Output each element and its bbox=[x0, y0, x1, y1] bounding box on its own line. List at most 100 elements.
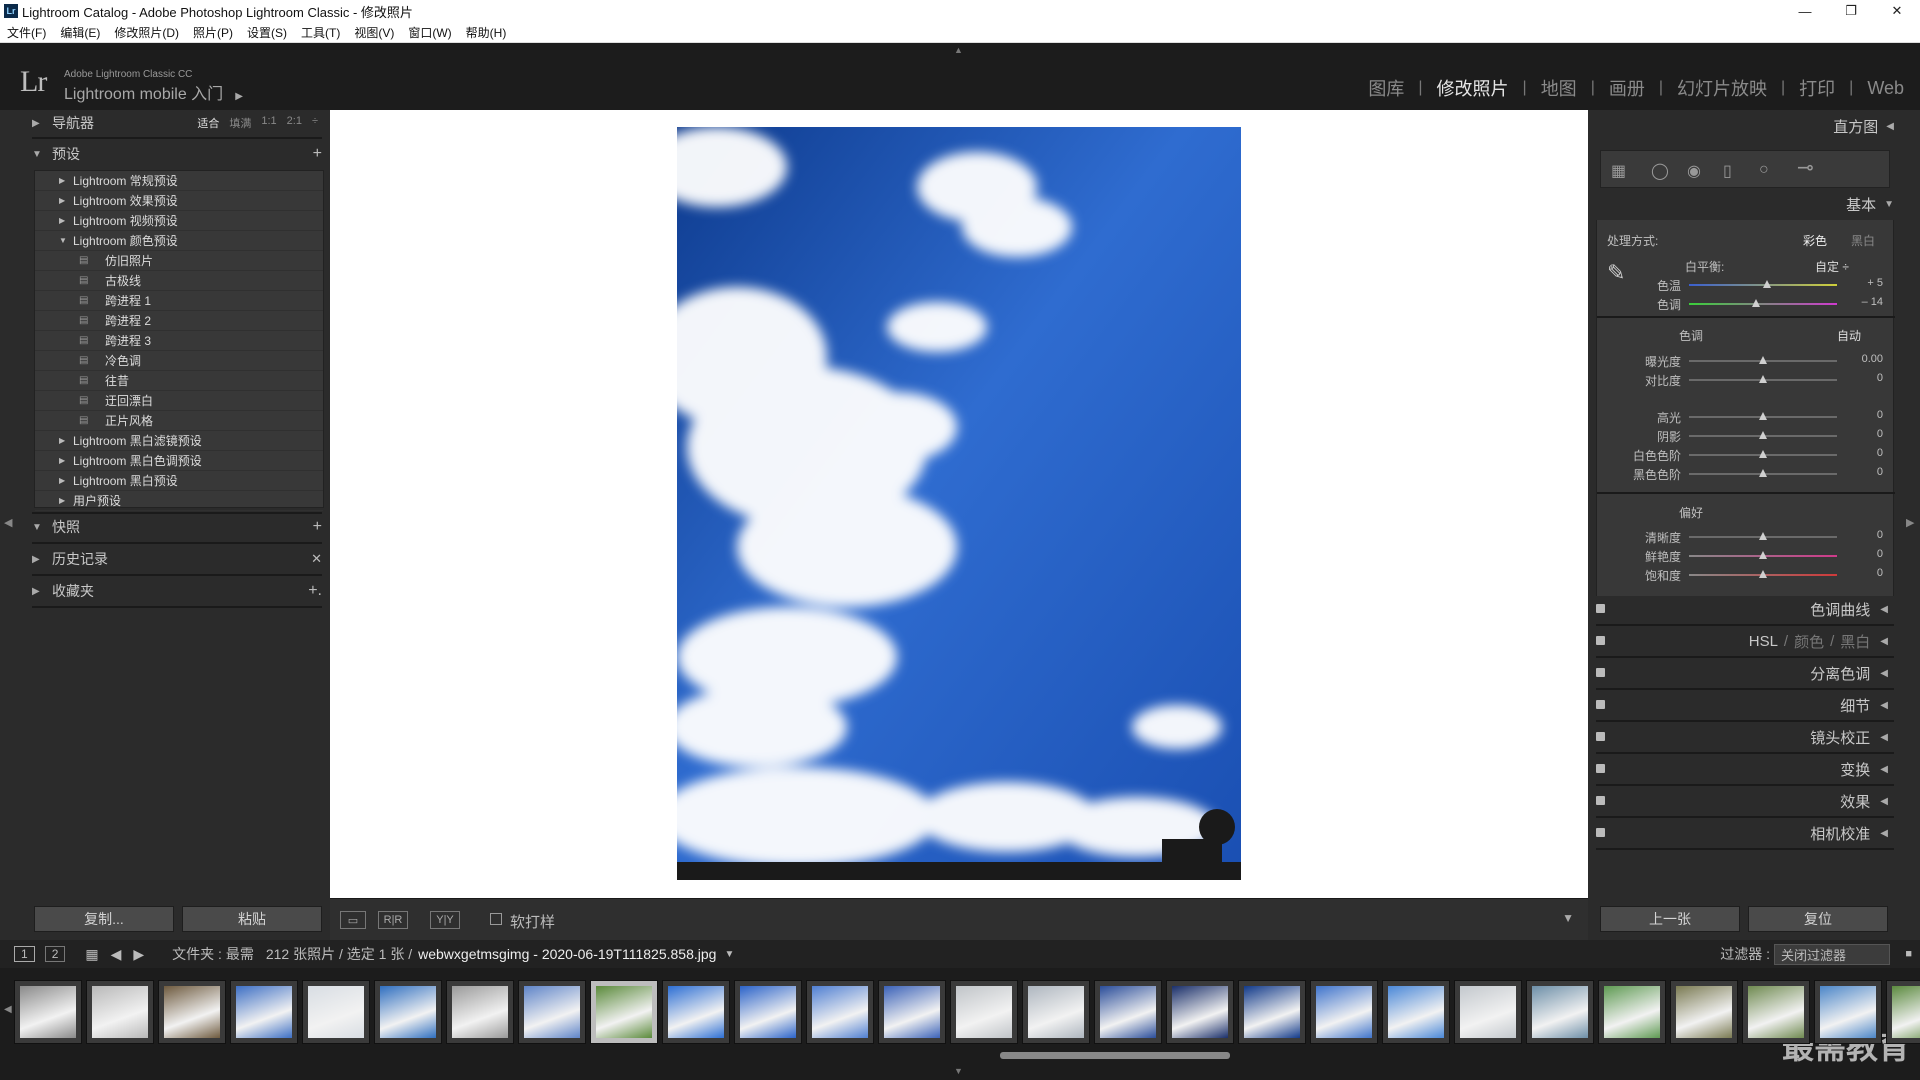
preset-item[interactable]: ▤ 冷色调 bbox=[35, 351, 323, 371]
main-photo[interactable] bbox=[677, 127, 1241, 880]
preset-item[interactable]: ▤ 往昔 bbox=[35, 371, 323, 391]
camera-calibration-section[interactable]: 相机校准 ◀ bbox=[1596, 820, 1894, 846]
filmstrip-thumbnail[interactable] bbox=[1022, 980, 1090, 1044]
filmstrip-thumbnail[interactable] bbox=[1310, 980, 1378, 1044]
filmstrip-thumbnail[interactable] bbox=[1166, 980, 1234, 1044]
slider-handle[interactable] bbox=[1759, 431, 1767, 439]
preset-group[interactable]: ▶ 用户预设 bbox=[35, 491, 323, 511]
slider-handle[interactable] bbox=[1759, 570, 1767, 578]
slider-handle[interactable] bbox=[1751, 299, 1760, 307]
add-snapshot-button[interactable]: + bbox=[313, 518, 322, 536]
adjust-slider[interactable] bbox=[1689, 412, 1837, 420]
filter-lock-icon[interactable]: ■ bbox=[1905, 948, 1912, 960]
filmstrip-thumbnail[interactable] bbox=[302, 980, 370, 1044]
adjust-slider[interactable] bbox=[1689, 375, 1837, 383]
split-toning-section[interactable]: 分离色调 ◀ bbox=[1596, 660, 1894, 686]
crop-tool-icon[interactable]: ▦ bbox=[1611, 161, 1626, 181]
panel-switch-icon[interactable] bbox=[1596, 700, 1605, 709]
filmstrip-thumbnail[interactable] bbox=[518, 980, 586, 1044]
filmstrip-left-icon[interactable]: ◀ bbox=[4, 1004, 12, 1015]
slider-value[interactable]: – 14 bbox=[1843, 296, 1883, 308]
filmstrip-thumbnail[interactable] bbox=[878, 980, 946, 1044]
menu-develop[interactable]: 修改照片(D) bbox=[107, 24, 186, 41]
preset-group[interactable]: ▼ Lightroom 颜色预设 bbox=[35, 231, 323, 251]
white-balance-dropdown[interactable]: 自定 ÷ bbox=[1815, 258, 1849, 275]
close-button[interactable]: ✕ bbox=[1874, 0, 1920, 22]
panel-switch-icon[interactable] bbox=[1596, 668, 1605, 677]
slider-value[interactable]: + 5 bbox=[1843, 277, 1883, 289]
back-arrow-icon[interactable]: ◀ bbox=[111, 946, 122, 963]
adjust-slider[interactable] bbox=[1689, 570, 1837, 578]
menu-photo[interactable]: 照片(P) bbox=[186, 24, 240, 41]
menu-help[interactable]: 帮助(H) bbox=[459, 24, 514, 41]
graduated-filter-icon[interactable]: ▯ bbox=[1723, 161, 1732, 181]
histogram-header[interactable]: 直方图 ◀ bbox=[1833, 116, 1894, 137]
filmstrip-thumbnail[interactable] bbox=[1742, 980, 1810, 1044]
preset-item[interactable]: ▤ 仿旧照片 bbox=[35, 251, 323, 271]
adjust-slider[interactable] bbox=[1689, 299, 1837, 307]
zoom-1-1[interactable]: 1:1 bbox=[261, 115, 276, 131]
slider-handle[interactable] bbox=[1759, 450, 1767, 458]
slider-handle[interactable] bbox=[1763, 280, 1772, 288]
left-panel-toggle[interactable]: ◀ bbox=[0, 110, 18, 940]
radial-filter-icon[interactable]: ○ bbox=[1759, 161, 1769, 179]
window-1-button[interactable]: 1 bbox=[14, 946, 35, 962]
filmstrip-thumbnail[interactable] bbox=[1670, 980, 1738, 1044]
collapse-bottom-icon[interactable]: ▼ bbox=[954, 1066, 963, 1076]
menu-window[interactable]: 窗口(W) bbox=[401, 24, 458, 41]
slider-value[interactable]: 0 bbox=[1843, 529, 1883, 541]
toolbar-menu-icon[interactable]: ▼ bbox=[1562, 911, 1574, 925]
collapse-top-icon[interactable]: ▲ bbox=[954, 45, 963, 55]
adjust-slider[interactable] bbox=[1689, 450, 1837, 458]
zoom-fit[interactable]: 适合 bbox=[197, 115, 219, 131]
tone-auto-button[interactable]: 自动 bbox=[1837, 327, 1861, 344]
filmstrip-thumbnail[interactable] bbox=[1238, 980, 1306, 1044]
adjust-slider[interactable] bbox=[1689, 469, 1837, 477]
zoom-stepper-icon[interactable]: ÷ bbox=[312, 115, 318, 131]
filmstrip-thumbnail[interactable] bbox=[158, 980, 226, 1044]
slider-handle[interactable] bbox=[1759, 469, 1767, 477]
module-map[interactable]: 地图 bbox=[1541, 75, 1577, 101]
panel-switch-icon[interactable] bbox=[1596, 604, 1605, 613]
clear-history-button[interactable]: ✕ bbox=[311, 551, 322, 567]
filmstrip-thumbnail[interactable] bbox=[806, 980, 874, 1044]
module-print[interactable]: 打印 bbox=[1799, 75, 1835, 101]
transform-section[interactable]: 变换 ◀ bbox=[1596, 756, 1894, 782]
spot-removal-icon[interactable]: ◯ bbox=[1651, 161, 1669, 181]
hsl-section[interactable]: HSL / 颜色 / 黑白 ◀ bbox=[1596, 628, 1894, 654]
effects-section[interactable]: 效果 ◀ bbox=[1596, 788, 1894, 814]
slider-value[interactable]: 0 bbox=[1843, 447, 1883, 459]
right-panel-toggle[interactable]: ▶ bbox=[1902, 110, 1920, 940]
panel-switch-icon[interactable] bbox=[1596, 796, 1605, 805]
panel-switch-icon[interactable] bbox=[1596, 732, 1605, 741]
panel-switch-icon[interactable] bbox=[1596, 764, 1605, 773]
grid-view-icon[interactable]: ▦ bbox=[85, 946, 98, 963]
loupe-view-icon[interactable]: ▭ bbox=[340, 911, 366, 929]
before-after-lr-icon[interactable]: R|R bbox=[378, 911, 408, 929]
preset-group[interactable]: ▶ Lightroom 常规预设 bbox=[35, 171, 323, 191]
filmstrip-thumbnail[interactable] bbox=[590, 980, 658, 1044]
filmstrip-thumbnail[interactable] bbox=[14, 980, 82, 1044]
adjust-slider[interactable] bbox=[1689, 532, 1837, 540]
preset-group[interactable]: ▶ Lightroom 视频预设 bbox=[35, 211, 323, 231]
previous-button[interactable]: 上一张 bbox=[1600, 906, 1740, 932]
adjust-slider[interactable] bbox=[1689, 551, 1837, 559]
treatment-bw[interactable]: 黑白 bbox=[1851, 232, 1875, 249]
preset-group[interactable]: ▶ Lightroom 效果预设 bbox=[35, 191, 323, 211]
preset-item[interactable]: ▤ 迂回漂白 bbox=[35, 391, 323, 411]
slider-value[interactable]: 0 bbox=[1843, 372, 1883, 384]
module-develop[interactable]: 修改照片 bbox=[1437, 75, 1509, 101]
treatment-color[interactable]: 彩色 bbox=[1803, 232, 1827, 249]
filmstrip-thumbnail[interactable] bbox=[1814, 980, 1882, 1044]
basic-header[interactable]: 基本 ▼ bbox=[1846, 194, 1894, 215]
red-eye-icon[interactable]: ◉ bbox=[1687, 161, 1701, 181]
preset-item[interactable]: ▤ 跨进程 1 bbox=[35, 291, 323, 311]
soft-proof-checkbox[interactable] bbox=[490, 913, 502, 925]
filmstrip-thumbnail[interactable] bbox=[1454, 980, 1522, 1044]
preset-item[interactable]: ▤ 跨进程 2 bbox=[35, 311, 323, 331]
filename[interactable]: webwxgetmsgimg - 2020-06-19T111825.858.j… bbox=[418, 946, 716, 962]
slider-value[interactable]: 0 bbox=[1843, 428, 1883, 440]
menu-tools[interactable]: 工具(T) bbox=[294, 24, 347, 41]
minimize-button[interactable]: — bbox=[1782, 0, 1828, 22]
forward-arrow-icon[interactable]: ▶ bbox=[133, 946, 144, 963]
